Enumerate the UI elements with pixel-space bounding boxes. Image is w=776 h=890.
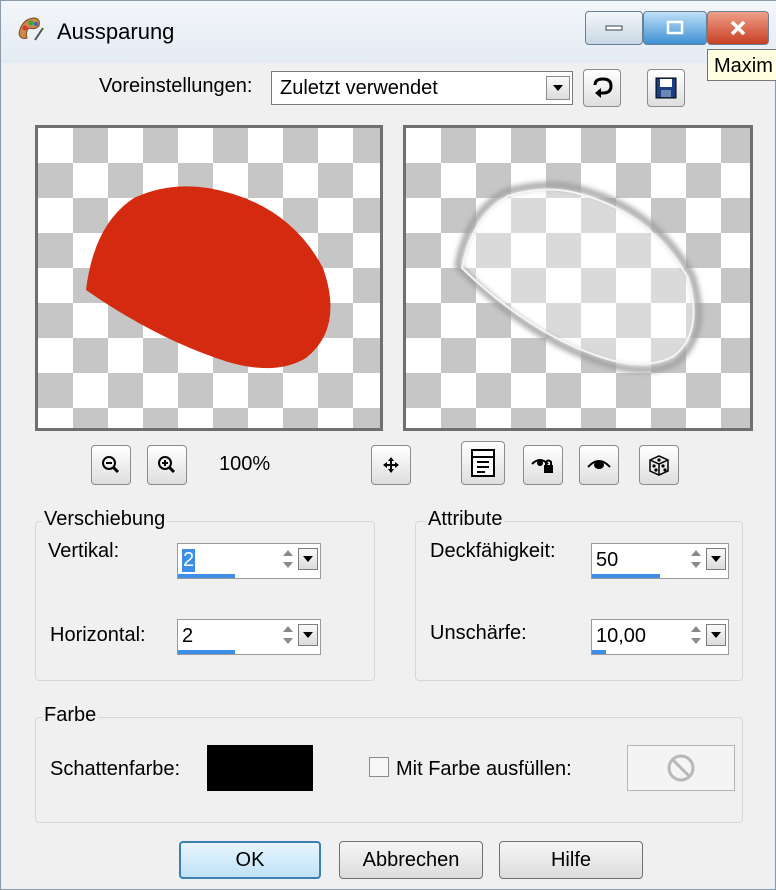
cutout-shadow bbox=[454, 182, 702, 373]
no-color-icon bbox=[667, 754, 695, 782]
window-title: Aussparung bbox=[57, 19, 175, 44]
minimize-button[interactable] bbox=[585, 11, 643, 45]
fill-color-checkbox[interactable] bbox=[369, 757, 389, 777]
chevron-down-icon[interactable] bbox=[298, 624, 318, 646]
chevron-down-icon[interactable] bbox=[298, 548, 318, 570]
chevron-down-icon[interactable] bbox=[706, 548, 726, 570]
shadow-color-label: Schattenfarbe: bbox=[50, 758, 181, 780]
ok-button[interactable]: OK bbox=[179, 841, 321, 879]
save-preset-button[interactable] bbox=[647, 69, 685, 107]
blur-slider-bar[interactable] bbox=[592, 650, 606, 654]
dice-icon bbox=[649, 455, 669, 476]
fill-color-label: Mit Farbe ausfüllen: bbox=[396, 758, 572, 780]
eye-lock-icon bbox=[531, 459, 553, 473]
opacity-slider-bar[interactable] bbox=[592, 574, 660, 578]
opacity-value[interactable]: 50 bbox=[596, 549, 618, 572]
vertical-spinbox[interactable]: 2 bbox=[177, 543, 321, 579]
randomize-button[interactable] bbox=[639, 445, 679, 485]
vertical-label: Vertikal: bbox=[48, 540, 120, 562]
tooltip: Maxim bbox=[707, 49, 776, 81]
horizontal-slider-bar[interactable] bbox=[178, 650, 235, 654]
blur-label: Unschärfe: bbox=[430, 622, 527, 644]
red-shape bbox=[86, 186, 331, 369]
opacity-label: Deckfähigkeit: bbox=[430, 540, 556, 562]
lock-preview-button[interactable] bbox=[523, 445, 563, 485]
preset-label: Voreinstellungen: bbox=[99, 75, 253, 97]
vertical-slider-bar[interactable] bbox=[178, 574, 235, 578]
blur-value[interactable]: 10,00 bbox=[596, 625, 646, 648]
app-icon bbox=[18, 17, 44, 41]
cancel-button[interactable]: Abbrechen bbox=[339, 841, 483, 879]
reset-icon bbox=[593, 77, 613, 98]
proof-button[interactable] bbox=[461, 441, 505, 485]
color-group-title: Farbe bbox=[42, 704, 99, 727]
dialog-window: Aussparung Maxim Voreinstellungen: Zulet… bbox=[0, 0, 776, 890]
blur-spinbox[interactable]: 10,00 bbox=[591, 619, 729, 655]
maximize-button[interactable] bbox=[643, 11, 707, 45]
spin-arrows-icon[interactable] bbox=[280, 548, 296, 570]
fill-color-button[interactable] bbox=[627, 745, 735, 791]
zoom-in-button[interactable] bbox=[147, 445, 187, 485]
chevron-down-icon[interactable] bbox=[706, 624, 726, 646]
minimize-icon bbox=[605, 25, 623, 31]
horizontal-spinbox[interactable]: 2 bbox=[177, 619, 321, 655]
zoom-in-icon bbox=[158, 456, 176, 474]
spin-arrows-icon[interactable] bbox=[688, 548, 704, 570]
reset-button[interactable] bbox=[583, 69, 621, 107]
preview-toggle-button[interactable] bbox=[579, 445, 619, 485]
spin-arrows-icon[interactable] bbox=[688, 624, 704, 646]
close-icon bbox=[730, 20, 746, 36]
chevron-down-icon[interactable] bbox=[546, 76, 570, 100]
proof-icon bbox=[471, 449, 495, 477]
pan-button[interactable] bbox=[371, 445, 411, 485]
attributes-group-title: Attribute bbox=[426, 508, 505, 531]
vertical-value[interactable]: 2 bbox=[182, 549, 196, 572]
horizontal-label: Horizontal: bbox=[50, 624, 146, 646]
preview-before[interactable] bbox=[35, 125, 383, 431]
help-button[interactable]: Hilfe bbox=[499, 841, 643, 879]
zoom-out-icon bbox=[102, 456, 120, 474]
preset-value: Zuletzt verwendet bbox=[280, 77, 438, 99]
zoom-level: 100% bbox=[219, 453, 271, 475]
shadow-color-swatch[interactable] bbox=[207, 745, 313, 791]
close-button[interactable] bbox=[707, 11, 769, 45]
title-bar[interactable]: Aussparung bbox=[1, 1, 776, 63]
move-icon bbox=[383, 457, 399, 473]
spin-arrows-icon[interactable] bbox=[280, 624, 296, 646]
preset-dropdown[interactable]: Zuletzt verwendet bbox=[271, 71, 573, 105]
eye-icon bbox=[587, 460, 611, 469]
maximize-icon bbox=[666, 20, 684, 35]
offset-group-title: Verschiebung bbox=[42, 508, 168, 531]
preview-after[interactable] bbox=[403, 125, 753, 431]
zoom-out-button[interactable] bbox=[91, 445, 131, 485]
opacity-spinbox[interactable]: 50 bbox=[591, 543, 729, 579]
horizontal-value[interactable]: 2 bbox=[182, 625, 193, 648]
save-icon bbox=[655, 77, 677, 99]
